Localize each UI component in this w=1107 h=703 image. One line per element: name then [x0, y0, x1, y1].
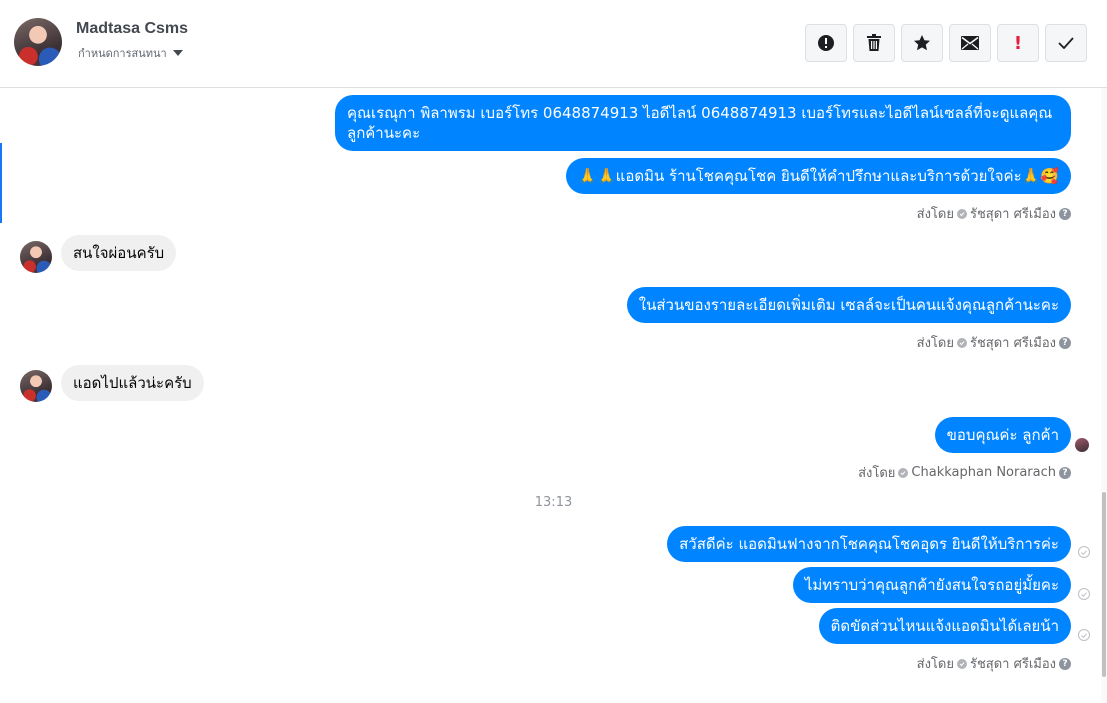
- mark-done-button[interactable]: [1045, 24, 1087, 62]
- verified-check-icon: [956, 208, 967, 219]
- sent-by-prefix: ส่งโดย: [916, 657, 954, 672]
- help-icon[interactable]: ?: [1059, 657, 1071, 670]
- contact-avatar-small[interactable]: [20, 370, 52, 402]
- sent-by-prefix: ส่งโดย: [916, 207, 954, 222]
- left-accent-bar: [0, 143, 2, 223]
- sent-status-icon: [1078, 546, 1090, 558]
- contact-name[interactable]: Madtasa Csms: [76, 20, 188, 38]
- sent-status-icon: [1078, 629, 1090, 641]
- message-bubble-incoming[interactable]: แอดไปแล้วน่ะครับ: [61, 365, 204, 401]
- verified-check-icon: [956, 337, 967, 348]
- help-icon[interactable]: ?: [1059, 336, 1071, 349]
- message-text: แอดไปแล้วน่ะครับ: [73, 374, 192, 392]
- conversation-window: Madtasa Csms กำหนดการสนทนา ! คุณเรณุกา พ…: [0, 0, 1107, 703]
- sender-name[interactable]: Chakkaphan Norarach: [911, 465, 1056, 480]
- follow-up-button[interactable]: !: [997, 24, 1039, 62]
- message-text: คุณเรณุกา พิลาพรม เบอร์โทร 0648874913 ไอ…: [347, 104, 1053, 142]
- exclamation-icon: !: [1013, 32, 1023, 54]
- trash-icon: [867, 34, 881, 51]
- help-icon[interactable]: ?: [1059, 207, 1071, 220]
- message-bubble-incoming[interactable]: สนใจผ่อนครับ: [61, 235, 177, 271]
- sent-by-label: ส่งโดย รัชสุดา ศรีเมือง ?: [917, 203, 1071, 224]
- message-bubble-outgoing[interactable]: ติดขัดส่วนไหนแจ้งแอดมินได้เลยน้า: [818, 608, 1071, 644]
- check-icon: [1058, 37, 1074, 49]
- mark-unread-button[interactable]: [949, 24, 991, 62]
- message-text: สวัสดีค่ะ แอดมินฟางจากโชคคุณโชคอุดร ยินด…: [679, 535, 1059, 553]
- conversation-toolbar: !: [805, 24, 1087, 62]
- message-text: 🙏🙏แอดมิน ร้านโชคคุณโชค ยินดีให้คำปรึกษาแ…: [578, 167, 1059, 185]
- conversation-schedule-label: กำหนดการสนทนา: [78, 47, 167, 60]
- conversation-header: Madtasa Csms กำหนดการสนทนา !: [0, 0, 1107, 88]
- envelope-icon: [961, 36, 979, 50]
- message-bubble-outgoing[interactable]: 🙏🙏แอดมิน ร้านโชคคุณโชค ยินดีให้คำปรึกษาแ…: [566, 158, 1071, 194]
- delete-button[interactable]: [853, 24, 895, 62]
- verified-check-icon: [898, 467, 909, 478]
- contact-avatar-small[interactable]: [20, 241, 52, 273]
- sent-by-label: ส่งโดย รัชสุดา ศรีเมือง ?: [917, 653, 1071, 674]
- message-text: ขอบคุณค่ะ ลูกค้า: [946, 426, 1059, 444]
- sender-name[interactable]: รัชสุดา ศรีเมือง: [970, 653, 1056, 674]
- conversation-schedule-dropdown[interactable]: กำหนดการสนทนา: [78, 44, 183, 62]
- message-text: ในส่วนของรายละเอียดเพิ่มเติม เซลล์จะเป็น…: [638, 296, 1059, 314]
- message-bubble-outgoing[interactable]: ไม่ทราบว่าคุณลูกค้ายังสนใจรถอยู่มั้ยคะ: [792, 567, 1071, 603]
- alert-icon: [818, 35, 834, 51]
- star-button[interactable]: [901, 24, 943, 62]
- message-bubble-outgoing[interactable]: คุณเรณุกา พิลาพรม เบอร์โทร 0648874913 ไอ…: [335, 95, 1071, 151]
- sent-by-prefix: ส่งโดย: [916, 336, 954, 351]
- help-icon[interactable]: ?: [1059, 466, 1071, 479]
- message-bubble-outgoing[interactable]: สวัสดีค่ะ แอดมินฟางจากโชคคุณโชคอุดร ยินด…: [667, 526, 1071, 562]
- caret-down-icon: [172, 50, 183, 56]
- sent-status-icon: [1078, 588, 1090, 600]
- message-bubble-outgoing[interactable]: ในส่วนของรายละเอียดเพิ่มเติม เซลล์จะเป็น…: [626, 287, 1071, 323]
- sent-by-prefix: ส่งโดย: [858, 466, 896, 481]
- sent-by-label: ส่งโดย รัชสุดา ศรีเมือง ?: [917, 332, 1071, 353]
- star-icon: [914, 35, 930, 51]
- seen-by-avatar: [1075, 438, 1089, 452]
- message-text: ติดขัดส่วนไหนแจ้งแอดมินได้เลยน้า: [830, 617, 1059, 635]
- message-timestamp: 13:13: [534, 495, 573, 510]
- sender-name[interactable]: รัชสุดา ศรีเมือง: [970, 332, 1056, 353]
- message-text: สนใจผ่อนครับ: [73, 244, 165, 262]
- message-text: ไม่ทราบว่าคุณลูกค้ายังสนใจรถอยู่มั้ยคะ: [804, 576, 1059, 594]
- sent-by-label: ส่งโดย Chakkaphan Norarach ?: [858, 462, 1071, 483]
- scrollbar-thumb[interactable]: [1102, 492, 1106, 677]
- report-spam-button[interactable]: [805, 24, 847, 62]
- verified-check-icon: [956, 658, 967, 669]
- message-bubble-outgoing[interactable]: ขอบคุณค่ะ ลูกค้า: [934, 417, 1071, 453]
- contact-avatar[interactable]: [14, 18, 62, 66]
- sender-name[interactable]: รัชสุดา ศรีเมือง: [970, 203, 1056, 224]
